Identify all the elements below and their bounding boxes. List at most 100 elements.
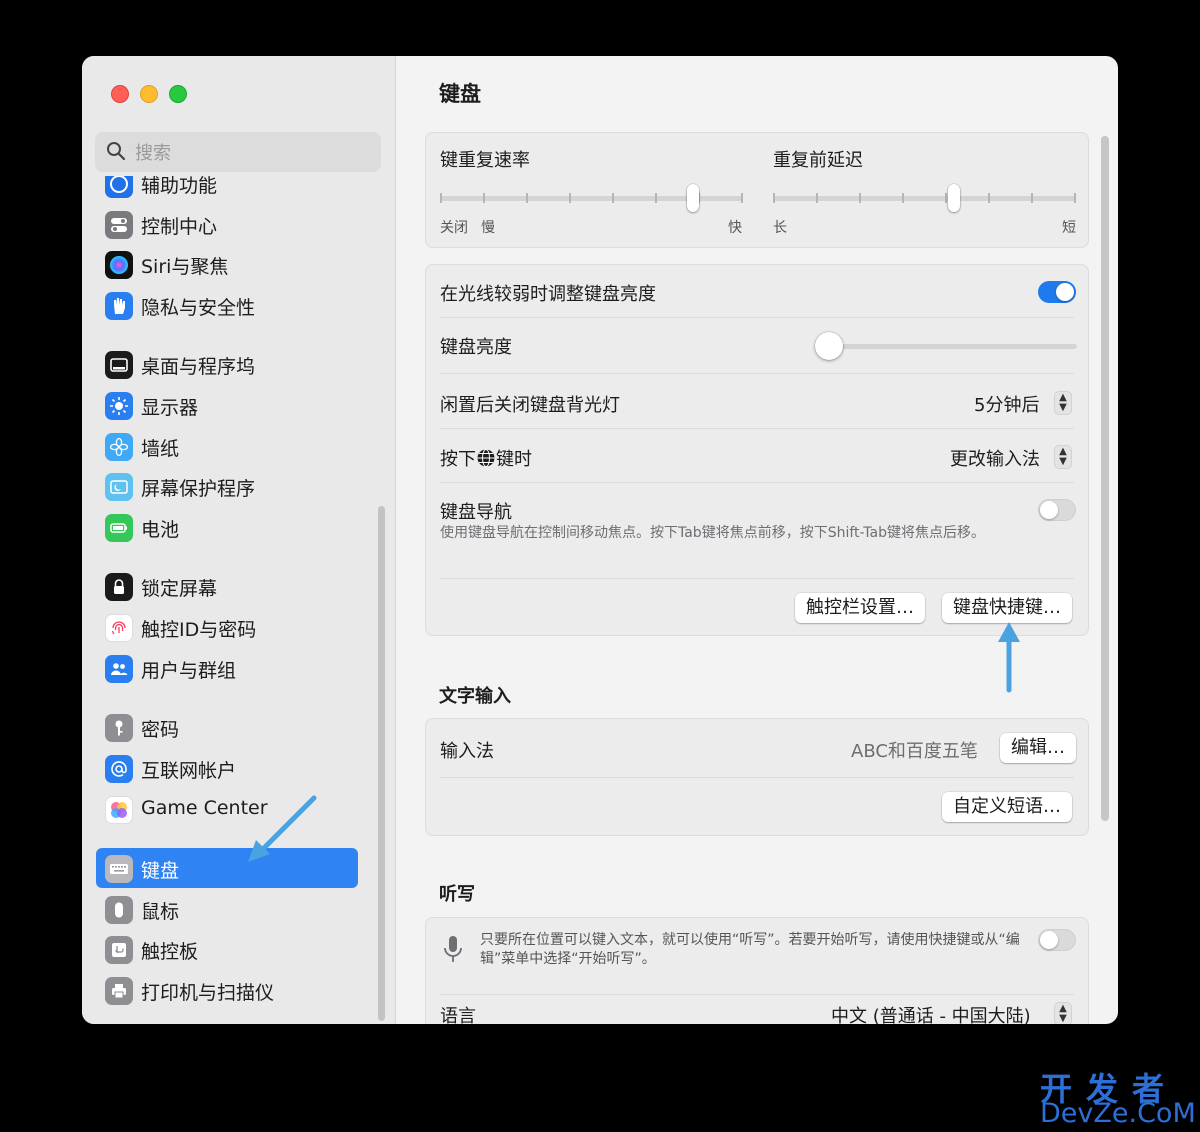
sidebar-item-label: 控制中心 [141, 216, 218, 238]
sidebar-item-label: 锁定屏幕 [141, 578, 218, 600]
sidebar-item-label: 隐私与安全性 [141, 297, 256, 319]
dictation-toggle[interactable] [1038, 929, 1076, 951]
divider [440, 428, 1074, 429]
keyboard-icon [105, 855, 133, 883]
sidebar-item-label: 互联网帐户 [141, 760, 237, 782]
divider [440, 482, 1074, 483]
repeat-rate-slider[interactable] [440, 183, 743, 213]
lock-icon [105, 573, 133, 601]
divider [440, 994, 1074, 995]
key-icon [105, 714, 133, 742]
dictation-language-label: 语言 [440, 1006, 476, 1024]
slider-tick [773, 193, 775, 203]
backlight-off-stepper[interactable]: ▲ ▼ [1054, 391, 1072, 415]
repeat-delay-label: 重复前延迟 [773, 150, 863, 171]
main-scrollbar[interactable] [1101, 136, 1109, 821]
adjust-brightness-label: 在光线较弱时调整键盘亮度 [440, 284, 656, 305]
printer-icon [105, 977, 133, 1005]
toggle-knob [1056, 283, 1074, 301]
zoom-window-button[interactable] [169, 85, 187, 103]
brightness-slider[interactable] [815, 331, 1077, 361]
backlight-off-value[interactable]: 5分钟后 [974, 391, 1039, 417]
globe-key-suffix: 键时 [496, 449, 532, 470]
keyboard-navigation-label: 键盘导航 [440, 502, 512, 523]
sidebar-item-label: 用户与群组 [141, 660, 237, 682]
sidebar-item-label: 桌面与程序坞 [141, 356, 256, 378]
accessibility-icon [105, 176, 133, 198]
minimize-window-button[interactable] [140, 85, 158, 103]
sidebar-item-passwords[interactable]: 密码 [96, 707, 358, 747]
adjust-brightness-toggle[interactable] [1038, 281, 1076, 303]
sidebar-item-keyboard[interactable]: 键盘 [96, 848, 358, 888]
sidebar-item-privacy[interactable]: 隐私与安全性 [96, 285, 358, 325]
sidebar-item-label: 触控板 [141, 941, 199, 963]
dictation-language-value[interactable]: 中文 (普通话 - 中国大陆) [831, 1002, 1031, 1024]
keyboard-navigation-toggle[interactable] [1038, 499, 1076, 521]
text-input-section-title: 文字输入 [439, 686, 511, 707]
sidebar-item-label: 显示器 [141, 397, 199, 419]
users-icon [105, 655, 133, 683]
sidebar-item-displays[interactable]: 显示器 [96, 385, 358, 425]
divider [440, 317, 1074, 318]
slider-thumb[interactable] [948, 184, 960, 212]
slider-tick [945, 193, 947, 203]
sidebar-item-mouse[interactable]: 鼠标 [96, 889, 358, 929]
slider-thumb[interactable] [815, 332, 843, 360]
slider-tick [988, 193, 990, 203]
page-title: 键盘 [439, 82, 481, 106]
backlight-off-label: 闲置后关闭键盘背光灯 [440, 395, 620, 416]
divider [440, 373, 1074, 374]
repeat-delay-slider[interactable] [773, 183, 1076, 213]
search-field[interactable] [95, 132, 381, 172]
globe-key-stepper[interactable]: ▲ ▼ [1054, 445, 1072, 469]
sidebar-item-internet-accounts[interactable]: 互联网帐户 [96, 748, 358, 788]
sidebar-item-printers[interactable]: 打印机与扫描仪 [96, 970, 358, 1010]
siri-icon [105, 251, 133, 279]
at-icon [105, 755, 133, 783]
rate-tick-slow: 慢 [481, 220, 495, 236]
slider-tick [1074, 193, 1076, 203]
sidebar-item-accessibility[interactable]: 辅助功能 [96, 176, 358, 203]
slider-track [815, 344, 1077, 349]
sidebar-item-touch-id[interactable]: 触控ID与密码 [96, 607, 358, 647]
slider-tick [526, 193, 528, 203]
text-replacements-button[interactable]: 自定义短语… [942, 792, 1072, 822]
rate-tick-fast: 快 [728, 220, 742, 236]
watermark-line-2: DevZe.CoM [1040, 1098, 1196, 1129]
divider [440, 777, 1074, 778]
sidebar-item-trackpad[interactable]: 触控板 [96, 929, 358, 969]
sidebar-item-screensaver[interactable]: 屏幕保护程序 [96, 466, 358, 506]
dictation-card: 只要所在位置可以键入文本，就可以使用“听写”。若要开始听写，请使用快捷键或从“编… [425, 917, 1089, 1024]
sidebar-item-label: 电池 [141, 519, 180, 541]
delay-tick-long: 长 [773, 220, 787, 236]
sidebar-item-label: 触控ID与密码 [141, 619, 257, 641]
sidebar: 辅助功能 控制中心 Siri与聚焦 隐私与安全性 [82, 56, 396, 1024]
sidebar-item-siri[interactable]: Siri与聚焦 [96, 244, 358, 284]
sidebar-item-label: 屏幕保护程序 [141, 478, 256, 500]
control-center-icon [105, 211, 133, 239]
sidebar-item-desktop-dock[interactable]: 桌面与程序坞 [96, 344, 358, 384]
search-input[interactable] [133, 138, 367, 168]
sidebar-item-control-center[interactable]: 控制中心 [96, 204, 358, 244]
sidebar-item-users-groups[interactable]: 用户与群组 [96, 648, 358, 688]
keyboard-settings-card: 在光线较弱时调整键盘亮度 键盘亮度 闲置后关闭键盘背光灯 5分钟后 ▲ ▼ 按下键… [425, 264, 1089, 636]
keyboard-shortcuts-button[interactable]: 键盘快捷键… [942, 593, 1072, 623]
sidebar-item-game-center[interactable]: Game Center [96, 789, 358, 829]
sidebar-item-battery[interactable]: 电池 [96, 507, 358, 547]
trackpad-icon [105, 936, 133, 964]
touch-bar-settings-button[interactable]: 触控栏设置… [795, 593, 925, 623]
sidebar-scrollbar[interactable] [378, 506, 385, 1021]
edit-input-sources-button[interactable]: 编辑… [1000, 733, 1076, 763]
hand-icon [105, 292, 133, 320]
watermark: 开发者 DevZe.CoM [1040, 1064, 1196, 1129]
sidebar-item-wallpaper[interactable]: 墙纸 [96, 426, 358, 466]
microphone-icon [444, 936, 462, 962]
brightness-label: 键盘亮度 [440, 337, 512, 358]
slider-thumb[interactable] [687, 184, 699, 212]
dictation-language-stepper[interactable]: ▲ ▼ [1054, 1002, 1072, 1024]
dictation-description: 只要所在位置可以键入文本，就可以使用“听写”。若要开始听写，请使用快捷键或从“编… [480, 932, 1020, 965]
sidebar-item-lock-screen[interactable]: 锁定屏幕 [96, 566, 358, 606]
slider-tick [1031, 193, 1033, 203]
globe-key-value[interactable]: 更改输入法 [950, 445, 1040, 471]
close-window-button[interactable] [111, 85, 129, 103]
